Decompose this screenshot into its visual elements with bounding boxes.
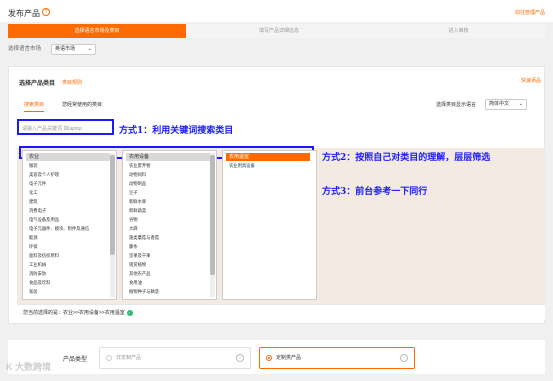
- help-icon[interactable]: ?: [400, 354, 408, 362]
- col1-selected[interactable]: 农业: [26, 153, 110, 161]
- scrollbar[interactable]: [210, 153, 215, 297]
- list-item[interactable]: 食品及饮料: [29, 280, 50, 286]
- category-rules-link[interactable]: 类目规则: [62, 79, 82, 86]
- option-label: 非定制产品: [116, 355, 142, 361]
- keyword-search-input[interactable]: 请输入产品关键词 如laptop: [17, 119, 114, 135]
- step-1: 选择语言市场及类目: [8, 24, 186, 38]
- list-item[interactable]: 服装: [29, 163, 38, 169]
- lang-label: 选择类目显示语言: [436, 102, 477, 108]
- tab-frequent-category[interactable]: 您经常使用的类目: [62, 101, 102, 108]
- lang-select[interactable]: 简体中文 ⌄: [485, 99, 527, 110]
- list-item[interactable]: 动物饲料: [129, 172, 146, 178]
- category-column-3[interactable]: 农用温室 农业用具设备: [222, 150, 317, 300]
- lang-select-value: 简体中文: [489, 101, 510, 107]
- list-item[interactable]: 电气设备及用品: [29, 217, 59, 223]
- category-column-2[interactable]: 农用设备 农业废弃物 动物饲料 动物制品 豆子 新鲜水果 新鲜蔬菜 谷物 大麻 …: [122, 150, 217, 300]
- market-label: 选择语言市场: [8, 46, 42, 52]
- help-icon[interactable]: ?: [42, 8, 50, 16]
- list-item[interactable]: 菌类蘑菇与香菇: [129, 235, 159, 241]
- category-column-1[interactable]: 农业 服装 美容及个人护理 电子元件 化工 建筑 消费电子 电气设备及用品 电子…: [22, 150, 117, 300]
- radio-icon[interactable]: [266, 355, 272, 361]
- list-item[interactable]: 大麻: [129, 226, 138, 232]
- list-item[interactable]: 食用油: [129, 280, 142, 286]
- page-title: 发布产品: [8, 9, 40, 18]
- step-3: 进入审核: [448, 28, 469, 34]
- list-item[interactable]: 农业废弃物: [129, 163, 150, 169]
- selected-path: 您当前选择的是：农业>>农用设备>>农用温室 ✓: [17, 304, 545, 320]
- list-item[interactable]: 化工: [29, 190, 38, 196]
- list-item[interactable]: 家居: [29, 289, 38, 295]
- page-header: [0, 0, 553, 22]
- list-item[interactable]: 谷物: [129, 217, 138, 223]
- col2-selected[interactable]: 农用设备: [126, 153, 210, 161]
- chevron-down-icon: ⌄: [518, 101, 523, 107]
- col3-selected[interactable]: 农用温室: [226, 153, 310, 161]
- product-type-option-custom[interactable]: 定制类产品 ?: [259, 347, 415, 369]
- list-item[interactable]: 豆子: [129, 190, 138, 196]
- path-label: 您当前选择的是：: [23, 310, 64, 316]
- market-row: 选择语言市场: [8, 44, 41, 52]
- manage-products-link[interactable]: 前往管理产品: [515, 9, 545, 16]
- quick-add-link[interactable]: 快速添品: [521, 77, 541, 84]
- list-item[interactable]: 环保: [29, 244, 38, 250]
- list-item[interactable]: 动物制品: [129, 181, 146, 187]
- list-item[interactable]: 其他农产品: [129, 271, 150, 277]
- list-item[interactable]: 消防安防: [29, 271, 46, 277]
- list-item[interactable]: 观赏植物: [129, 262, 146, 268]
- list-item[interactable]: 农业用具设备: [229, 163, 255, 169]
- list-item[interactable]: 面料及纺织原料: [29, 253, 59, 259]
- list-item[interactable]: 消费电子: [29, 208, 46, 214]
- list-item[interactable]: 新鲜水果: [129, 199, 146, 205]
- method2-annotation: 方式2：按照自己对类目的理解，层层筛选: [322, 153, 491, 163]
- product-type-label: 产品类型: [63, 357, 88, 363]
- option-label: 定制类产品: [276, 355, 302, 361]
- help-icon[interactable]: ?: [236, 354, 244, 362]
- list-item[interactable]: 藤条: [129, 244, 138, 250]
- scroll-thumb[interactable]: [210, 155, 215, 275]
- section-title: 选择产品类目: [19, 81, 56, 87]
- product-type-option-standard[interactable]: 非定制产品 ?: [99, 347, 251, 369]
- market-select[interactable]: 英语市场 ⌄: [51, 44, 96, 55]
- market-select-value: 英语市场: [55, 46, 76, 52]
- list-item[interactable]: 坚果及干果: [129, 253, 150, 259]
- list-item[interactable]: 电子元件: [29, 181, 46, 187]
- method1-annotation: 方式1：利用关键词搜索类目: [119, 126, 234, 136]
- list-item[interactable]: 植物种子与鳞茎: [129, 289, 159, 295]
- check-icon: ✓: [126, 309, 133, 316]
- scroll-thumb[interactable]: [110, 155, 115, 255]
- list-item[interactable]: 电子元器件、模块、附件及通信: [29, 226, 89, 232]
- path-value: 农业>>农用设备>>农用温室: [63, 310, 125, 316]
- step-2: 填写产品详细信息: [258, 28, 299, 34]
- list-item[interactable]: 能源: [29, 235, 38, 241]
- radio-icon[interactable]: [106, 355, 112, 361]
- list-item[interactable]: 新鲜蔬菜: [129, 208, 146, 214]
- list-item[interactable]: 美容及个人护理: [29, 172, 59, 178]
- scrollbar[interactable]: [110, 153, 115, 297]
- tab-search-category[interactable]: 搜索类目: [24, 101, 45, 112]
- list-item[interactable]: 建筑: [29, 199, 38, 205]
- list-item[interactable]: 工业机械: [29, 262, 46, 268]
- chevron-down-icon: ⌄: [87, 46, 92, 52]
- method3-annotation: 方式3：前台参考一下同行: [322, 187, 428, 197]
- watermark-logo: K 大数跨境: [6, 362, 52, 372]
